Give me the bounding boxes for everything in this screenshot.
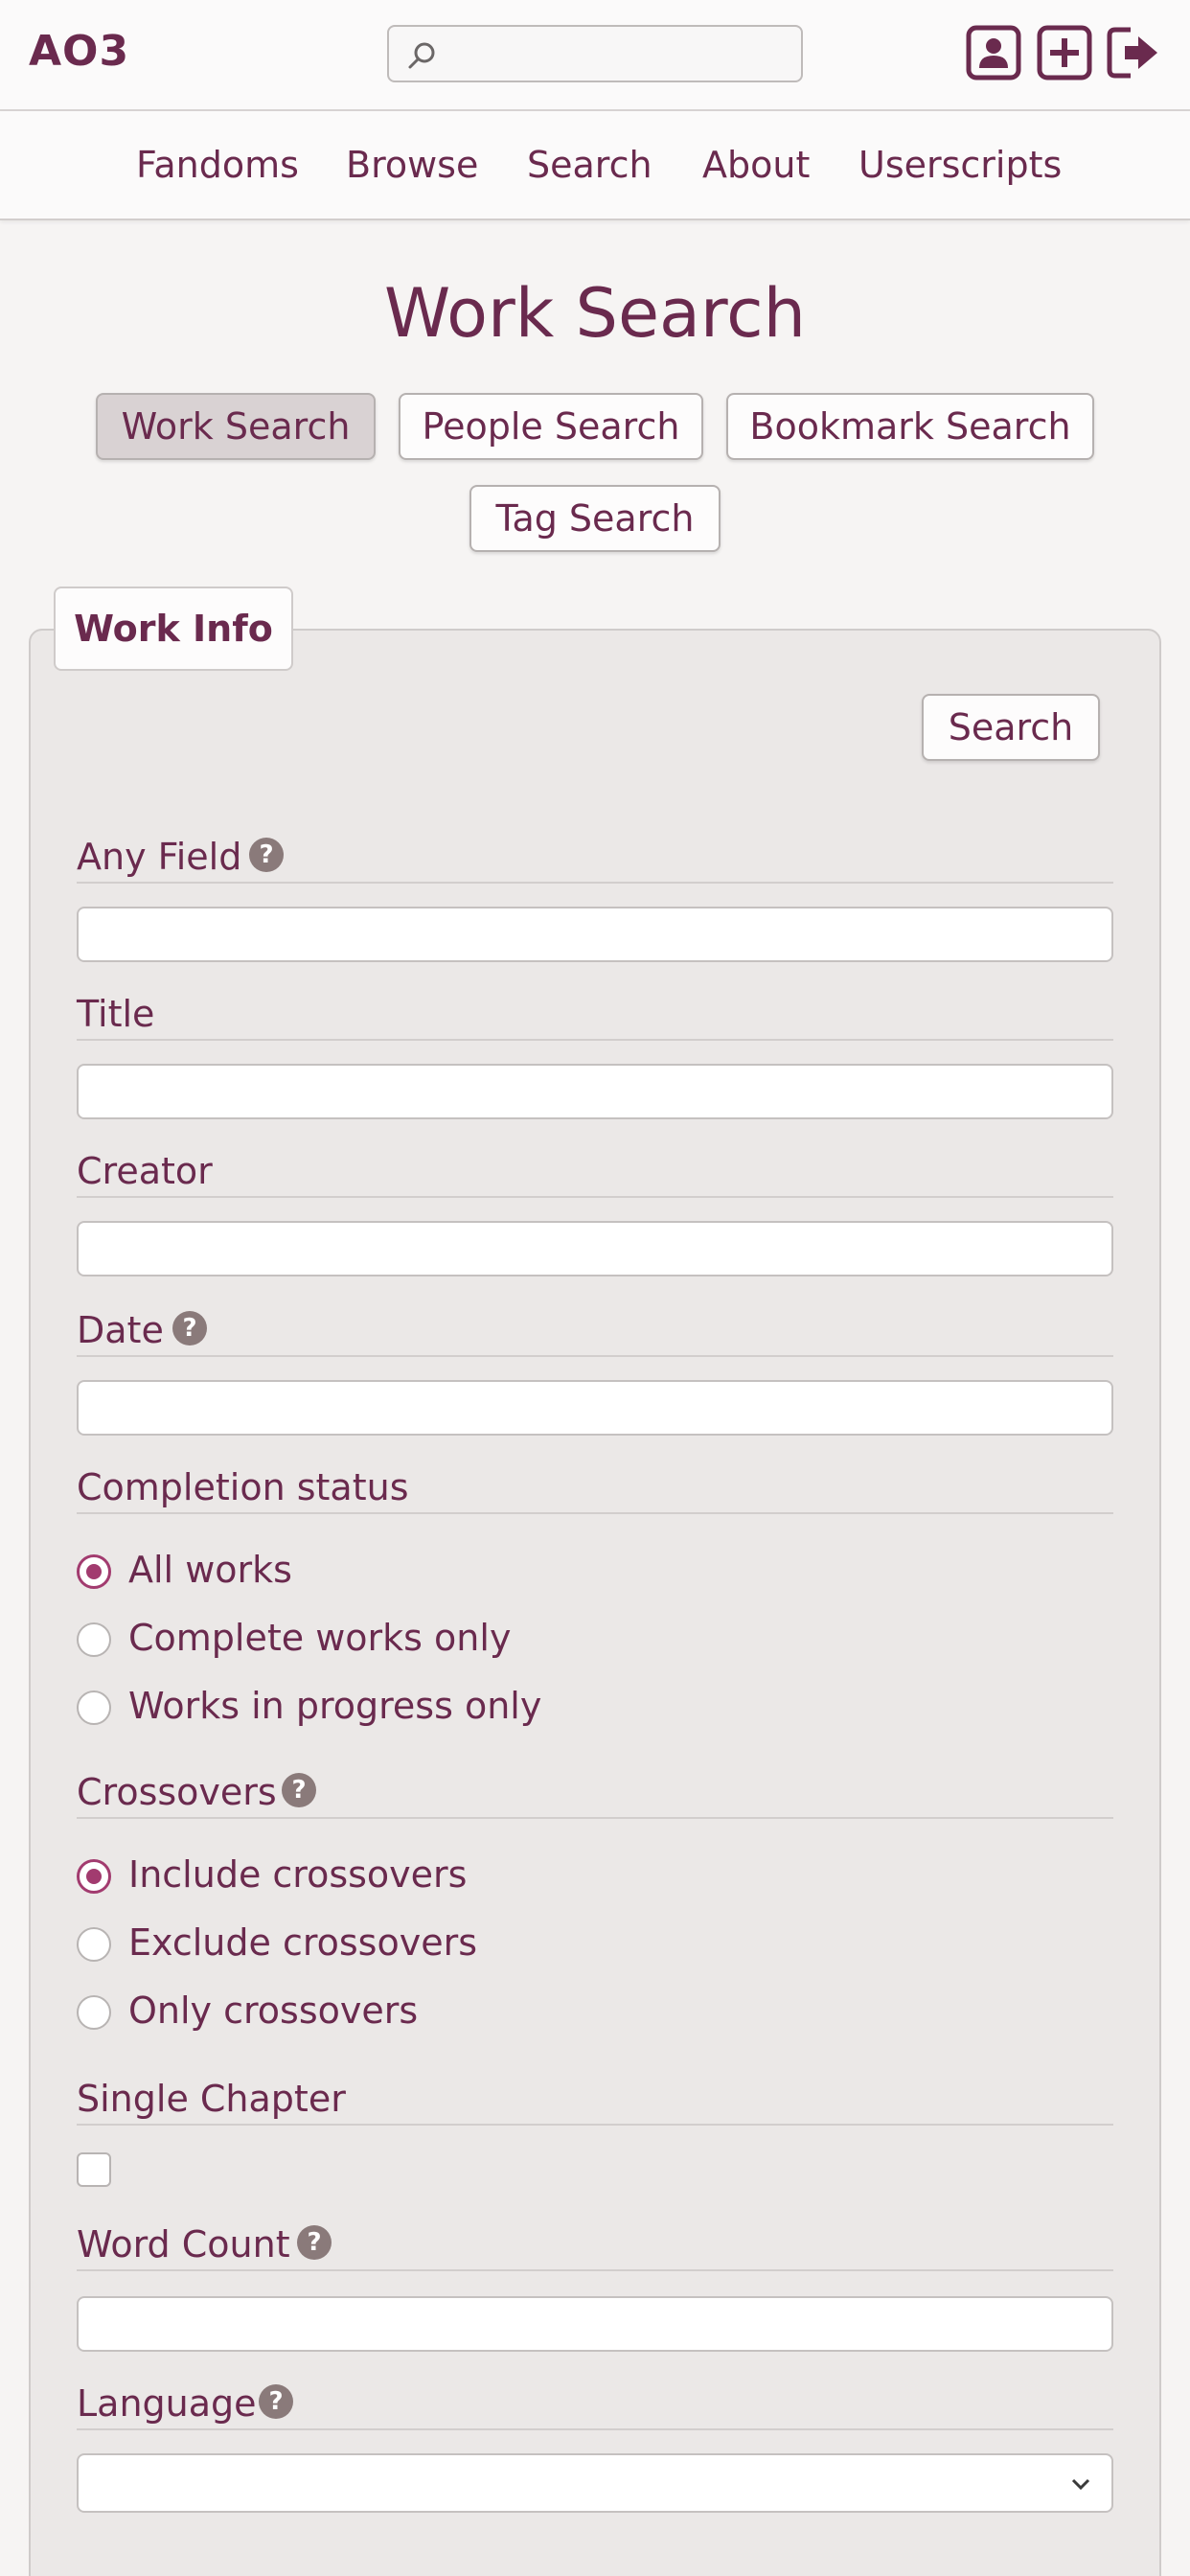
- radio-exclude-crossovers[interactable]: Exclude crossovers: [77, 1921, 652, 1969]
- date-input[interactable]: [77, 1380, 1113, 1436]
- title-input[interactable]: [77, 1064, 1113, 1119]
- any-field-label-row: Any Field ?: [77, 836, 1113, 884]
- radio-label: All works: [128, 1549, 292, 1591]
- language-label: Language: [77, 2382, 257, 2425]
- work-info-legend: Work Info: [54, 586, 293, 671]
- completion-label-row: Completion status: [77, 1466, 1113, 1514]
- language-select[interactable]: [77, 2453, 1113, 2513]
- single-chapter-checkbox[interactable]: [77, 2152, 111, 2187]
- nav-userscripts[interactable]: Userscripts: [858, 144, 1062, 186]
- help-icon[interactable]: ?: [259, 2384, 293, 2419]
- tab-people-search[interactable]: People Search: [399, 393, 703, 460]
- tab-bookmark-search[interactable]: Bookmark Search: [726, 393, 1094, 460]
- creator-label: Creator: [77, 1150, 213, 1192]
- post-new-icon[interactable]: [1037, 25, 1092, 80]
- top-bar: AO3: [0, 0, 1190, 111]
- single-chapter-label: Single Chapter: [77, 2078, 346, 2120]
- ao3-logo[interactable]: AO3: [29, 27, 129, 76]
- main-nav: Fandoms Browse Search About Userscripts: [0, 111, 1190, 220]
- logout-icon[interactable]: [1106, 25, 1161, 80]
- radio-all-works[interactable]: All works: [77, 1549, 460, 1597]
- crossovers-label-row: Crossovers ?: [77, 1771, 1113, 1819]
- single-chapter-label-row: Single Chapter: [77, 2078, 1113, 2126]
- radio-works-in-progress-only[interactable]: Works in progress only: [77, 1685, 652, 1733]
- site-search-box[interactable]: [387, 25, 803, 82]
- nav-fandoms[interactable]: Fandoms: [136, 144, 299, 186]
- title-label: Title: [77, 993, 155, 1035]
- chevron-down-icon: [1071, 2478, 1090, 2491]
- radio-include-crossovers[interactable]: Include crossovers: [77, 1853, 652, 1901]
- word-count-input[interactable]: [77, 2296, 1113, 2352]
- radio-label: Only crossovers: [128, 1990, 419, 2032]
- radio-label: Complete works only: [128, 1617, 512, 1659]
- radio-button[interactable]: [77, 1622, 111, 1657]
- crossovers-label: Crossovers: [77, 1771, 277, 1813]
- tab-tag-search[interactable]: Tag Search: [469, 485, 721, 552]
- search-button[interactable]: Search: [922, 694, 1100, 761]
- date-label: Date: [77, 1309, 164, 1351]
- radio-only-crossovers[interactable]: Only crossovers: [77, 1990, 652, 2037]
- nav-search[interactable]: Search: [527, 144, 652, 186]
- title-label-row: Title: [77, 993, 1113, 1041]
- help-icon[interactable]: ?: [249, 838, 284, 872]
- tab-work-search[interactable]: Work Search: [96, 393, 376, 460]
- radio-button[interactable]: [77, 1690, 111, 1725]
- help-icon[interactable]: ?: [297, 2225, 332, 2260]
- radio-complete-works-only[interactable]: Complete works only: [77, 1617, 652, 1665]
- word-count-label: Word Count: [77, 2223, 290, 2266]
- date-label-row: Date ?: [77, 1309, 1113, 1357]
- help-icon[interactable]: ?: [282, 1773, 316, 1807]
- creator-label-row: Creator: [77, 1150, 1113, 1198]
- radio-label: Include crossovers: [128, 1853, 468, 1896]
- language-label-row: Language ?: [77, 2382, 1113, 2430]
- nav-browse[interactable]: Browse: [346, 144, 478, 186]
- radio-button[interactable]: [77, 1995, 111, 2030]
- nav-about[interactable]: About: [702, 144, 810, 186]
- radio-label: Exclude crossovers: [128, 1921, 478, 1964]
- creator-input[interactable]: [77, 1221, 1113, 1276]
- any-field-label: Any Field: [77, 836, 242, 878]
- search-icon: [408, 42, 435, 69]
- site-search-input[interactable]: [446, 34, 791, 73]
- page-title: Work Search: [384, 274, 806, 353]
- radio-button[interactable]: [77, 1859, 111, 1894]
- user-profile-icon[interactable]: [966, 25, 1021, 80]
- radio-button[interactable]: [77, 1927, 111, 1962]
- radio-button[interactable]: [77, 1554, 111, 1589]
- help-icon[interactable]: ?: [172, 1311, 207, 1346]
- any-field-input[interactable]: [77, 907, 1113, 962]
- word-count-label-row: Word Count ?: [77, 2223, 1113, 2271]
- completion-status-label: Completion status: [77, 1466, 409, 1508]
- radio-label: Works in progress only: [128, 1685, 542, 1727]
